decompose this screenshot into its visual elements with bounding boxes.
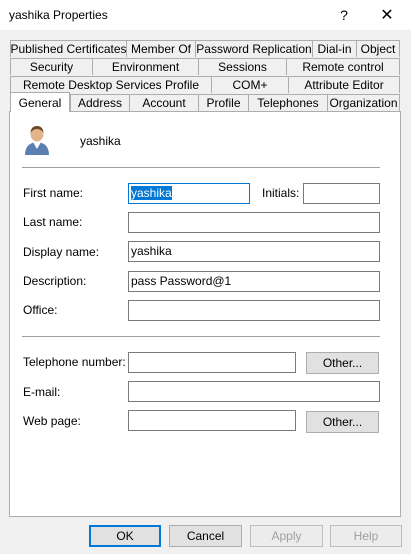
webpage-field[interactable]	[128, 410, 296, 431]
divider-top	[22, 167, 380, 168]
tab-object[interactable]: Object	[356, 40, 400, 57]
webpage-label: Web page:	[23, 414, 81, 428]
cancel-button[interactable]: Cancel	[169, 525, 242, 547]
telephone-label: Telephone number:	[23, 355, 126, 369]
first-name-field[interactable]: yashika	[128, 183, 250, 204]
tab-member-of[interactable]: Member Of	[126, 40, 196, 57]
tab-dial-in[interactable]: Dial-in	[312, 40, 357, 57]
close-icon: ✕	[380, 7, 394, 24]
tab-published-certificates[interactable]: Published Certificates	[10, 40, 127, 57]
tab-sessions[interactable]: Sessions	[198, 58, 287, 75]
telephone-field[interactable]	[128, 352, 296, 373]
first-name-value: yashika	[131, 186, 172, 200]
last-name-field[interactable]	[128, 212, 380, 233]
telephone-other-button[interactable]: Other...	[306, 352, 379, 374]
description-label: Description:	[23, 274, 87, 288]
email-label: E-mail:	[23, 385, 61, 399]
close-button[interactable]: ✕	[367, 0, 407, 30]
apply-button[interactable]: Apply	[250, 525, 323, 547]
last-name-label: Last name:	[23, 215, 83, 229]
tab-address[interactable]: Address	[70, 94, 130, 111]
title-bar: yashika Properties ? ✕	[0, 0, 411, 30]
ok-button[interactable]: OK	[89, 525, 161, 547]
tab-com-plus[interactable]: COM+	[211, 76, 289, 93]
tab-profile[interactable]: Profile	[198, 94, 249, 111]
display-name-label: Display name:	[23, 245, 100, 259]
office-field[interactable]	[128, 300, 380, 321]
display-name-field[interactable]: yashika	[128, 241, 380, 262]
user-display-name: yashika	[80, 134, 121, 148]
user-avatar-icon	[22, 124, 52, 156]
tab-security[interactable]: Security	[10, 58, 93, 75]
tab-telephones[interactable]: Telephones	[248, 94, 328, 111]
tab-attribute-editor[interactable]: Attribute Editor	[288, 76, 400, 93]
tab-account[interactable]: Account	[129, 94, 199, 111]
window-title: yashika Properties	[9, 8, 108, 22]
email-field[interactable]	[128, 381, 380, 402]
tab-remote-desktop-services-profile[interactable]: Remote Desktop Services Profile	[10, 76, 212, 93]
initials-field[interactable]	[303, 183, 380, 204]
tab-password-replication[interactable]: Password Replication	[195, 40, 313, 57]
tab-organization[interactable]: Organization	[327, 94, 400, 111]
office-label: Office:	[23, 303, 58, 317]
help-title-button[interactable]: ?	[324, 0, 364, 30]
help-button[interactable]: Help	[330, 525, 402, 547]
initials-label: Initials:	[262, 186, 300, 200]
first-name-label: First name:	[23, 186, 84, 200]
description-field[interactable]: pass Password@1	[128, 271, 380, 292]
tab-environment[interactable]: Environment	[92, 58, 199, 75]
divider-middle	[22, 336, 380, 337]
webpage-other-button[interactable]: Other...	[306, 411, 379, 433]
tab-remote-control[interactable]: Remote control	[286, 58, 400, 75]
question-icon: ?	[340, 7, 348, 23]
tab-general[interactable]: General	[10, 92, 70, 112]
